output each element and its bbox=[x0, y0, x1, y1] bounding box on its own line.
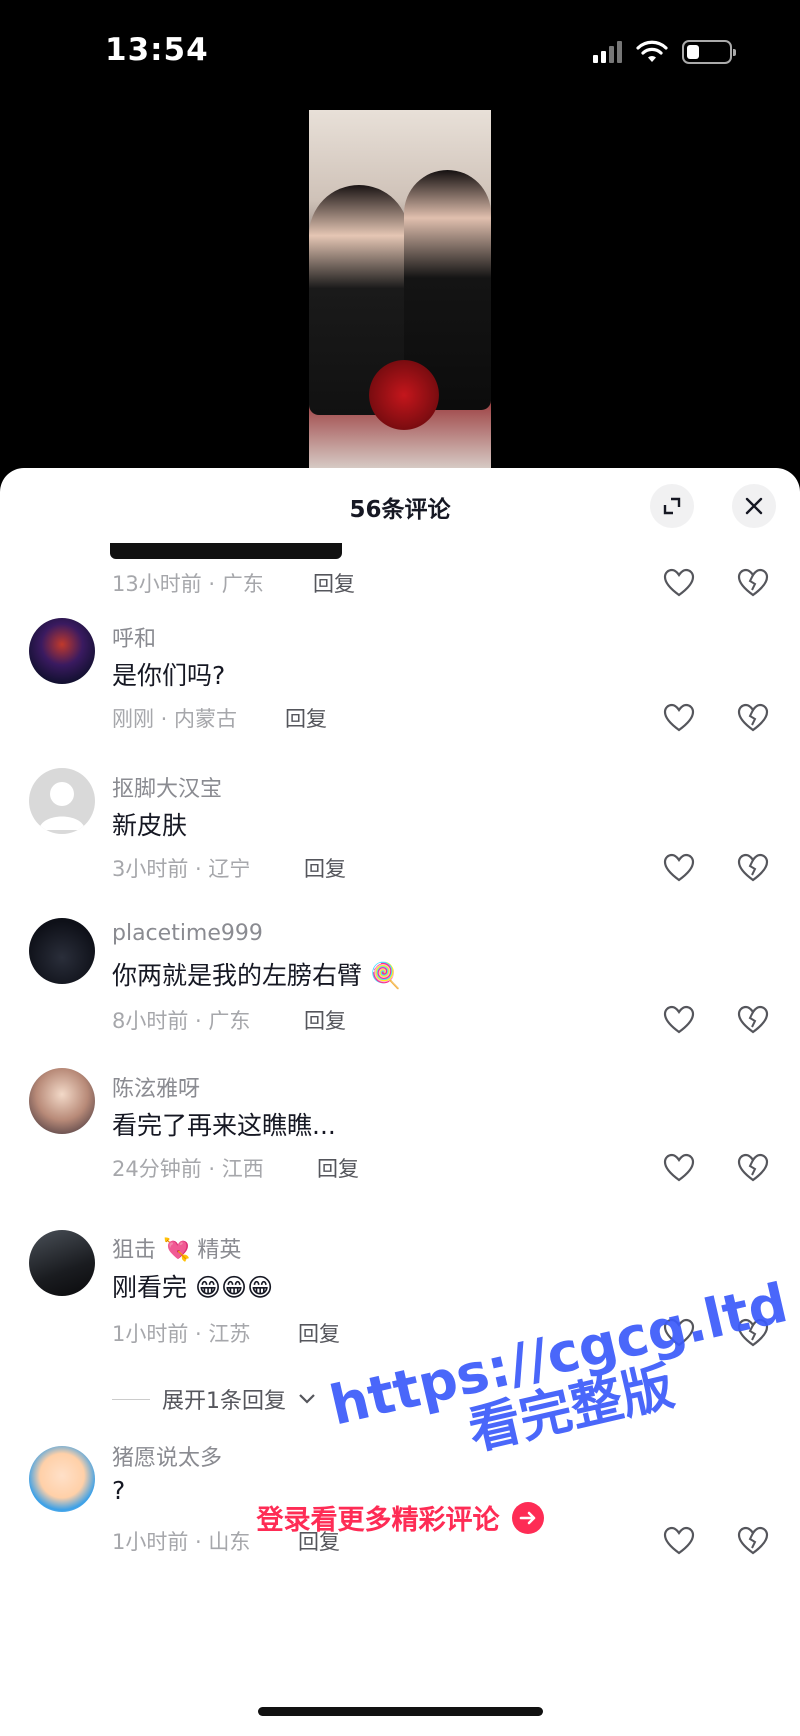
broken-heart-icon bbox=[737, 1318, 769, 1347]
divider-line bbox=[112, 1398, 150, 1400]
cut-off-image bbox=[110, 543, 342, 559]
avatar[interactable] bbox=[29, 1068, 95, 1134]
comment-meta: 13小时前 · 广东 bbox=[112, 572, 264, 596]
like-button[interactable] bbox=[661, 700, 697, 736]
username-part: 精英 bbox=[197, 1238, 242, 1263]
avatar[interactable] bbox=[29, 618, 95, 684]
dislike-button[interactable] bbox=[735, 700, 771, 736]
dislike-button[interactable] bbox=[735, 565, 771, 601]
broken-heart-icon bbox=[737, 703, 769, 732]
reply-button[interactable]: 回复 bbox=[304, 853, 346, 883]
close-icon bbox=[745, 497, 763, 515]
comment-text: 新皮肤 bbox=[112, 811, 188, 840]
comment-username[interactable]: 猪愿说太多 bbox=[112, 1440, 222, 1472]
comment-username[interactable]: 呼和 bbox=[112, 621, 156, 653]
video-rose bbox=[369, 360, 439, 430]
status-icons bbox=[593, 40, 736, 64]
chevron-down-icon bbox=[299, 1394, 315, 1404]
heart-icon bbox=[663, 1005, 695, 1034]
broken-heart-icon bbox=[737, 1153, 769, 1182]
comment-meta: 8小时前 · 广东 bbox=[112, 1009, 251, 1033]
heart-arrow-emoji: 💘 bbox=[163, 1238, 191, 1263]
default-avatar-icon bbox=[39, 782, 85, 830]
dislike-button[interactable] bbox=[735, 1002, 771, 1038]
reply-button[interactable]: 回复 bbox=[313, 568, 355, 598]
status-time: 13:54 bbox=[105, 32, 209, 68]
battery-icon bbox=[682, 40, 736, 64]
dislike-button[interactable] bbox=[735, 850, 771, 886]
comment-username[interactable]: 陈泫雅呀 bbox=[112, 1071, 200, 1103]
status-bar: 13:54 bbox=[0, 0, 800, 110]
login-more-comments-button[interactable]: 登录看更多精彩评论 bbox=[0, 1498, 800, 1537]
reply-button[interactable]: 回复 bbox=[304, 1005, 346, 1035]
like-button[interactable] bbox=[661, 1150, 697, 1186]
heart-icon bbox=[663, 1153, 695, 1182]
comment-meta: 刚刚 · 内蒙古 bbox=[112, 707, 238, 731]
reply-button[interactable]: 回复 bbox=[298, 1318, 340, 1348]
comment-text-body: 刚看完 bbox=[112, 1273, 188, 1302]
reply-button[interactable]: 回复 bbox=[317, 1153, 359, 1183]
comment-meta: 24分钟前 · 江西 bbox=[112, 1157, 264, 1181]
expand-icon bbox=[663, 497, 681, 515]
like-button[interactable] bbox=[661, 565, 697, 601]
username-part: 狙击 bbox=[112, 1238, 157, 1263]
comment-text: 是你们吗? bbox=[112, 661, 226, 690]
cellular-signal-icon bbox=[593, 41, 622, 63]
like-button[interactable] bbox=[661, 1315, 697, 1351]
broken-heart-icon bbox=[737, 568, 769, 597]
home-indicator[interactable] bbox=[258, 1707, 543, 1716]
dislike-button[interactable] bbox=[735, 1315, 771, 1351]
lollipop-emoji: 🍭 bbox=[369, 961, 402, 990]
login-more-label: 登录看更多精彩评论 bbox=[256, 1505, 500, 1536]
grin-emoji: 😁😁😁 bbox=[194, 1273, 274, 1302]
avatar[interactable] bbox=[29, 1230, 95, 1296]
comment-text: 看完了再来这瞧瞧... bbox=[112, 1111, 336, 1140]
broken-heart-icon bbox=[737, 1005, 769, 1034]
comment-text-body: 你两就是我的左膀右臂 bbox=[112, 961, 363, 990]
video-thumbnail[interactable] bbox=[309, 110, 491, 470]
expand-replies-label: 展开1条回复 bbox=[162, 1389, 286, 1414]
heart-icon bbox=[663, 1318, 695, 1347]
reply-button[interactable]: 回复 bbox=[285, 703, 327, 733]
heart-icon bbox=[663, 703, 695, 732]
heart-icon bbox=[663, 568, 695, 597]
like-button[interactable] bbox=[661, 1002, 697, 1038]
broken-heart-icon bbox=[737, 853, 769, 882]
expand-replies-button[interactable]: 展开1条回复 bbox=[112, 1383, 316, 1415]
wifi-icon bbox=[636, 40, 668, 62]
close-sheet-button[interactable] bbox=[732, 484, 776, 528]
comment-text: 你两就是我的左膀右臂 🍭 bbox=[112, 956, 401, 992]
comments-sheet: 56条评论 13小时前 · 广东 回复 呼和 是你们吗? 刚刚 · 内蒙古 回复 bbox=[0, 468, 800, 1736]
comment-username[interactable]: 狙击 💘 精英 bbox=[112, 1232, 241, 1264]
comment-meta: 3小时前 · 辽宁 bbox=[112, 857, 251, 881]
avatar[interactable] bbox=[29, 918, 95, 984]
dislike-button[interactable] bbox=[735, 1150, 771, 1186]
comment-username[interactable]: placetime999 bbox=[112, 921, 263, 946]
heart-icon bbox=[663, 853, 695, 882]
avatar[interactable] bbox=[29, 768, 95, 834]
comment-meta: 1小时前 · 江苏 bbox=[112, 1322, 251, 1346]
expand-sheet-button[interactable] bbox=[650, 484, 694, 528]
like-button[interactable] bbox=[661, 850, 697, 886]
arrow-right-icon bbox=[511, 1501, 544, 1534]
comment-text: 刚看完 😁😁😁 bbox=[112, 1268, 273, 1304]
comment-username[interactable]: 抠脚大汉宝 bbox=[112, 771, 222, 803]
